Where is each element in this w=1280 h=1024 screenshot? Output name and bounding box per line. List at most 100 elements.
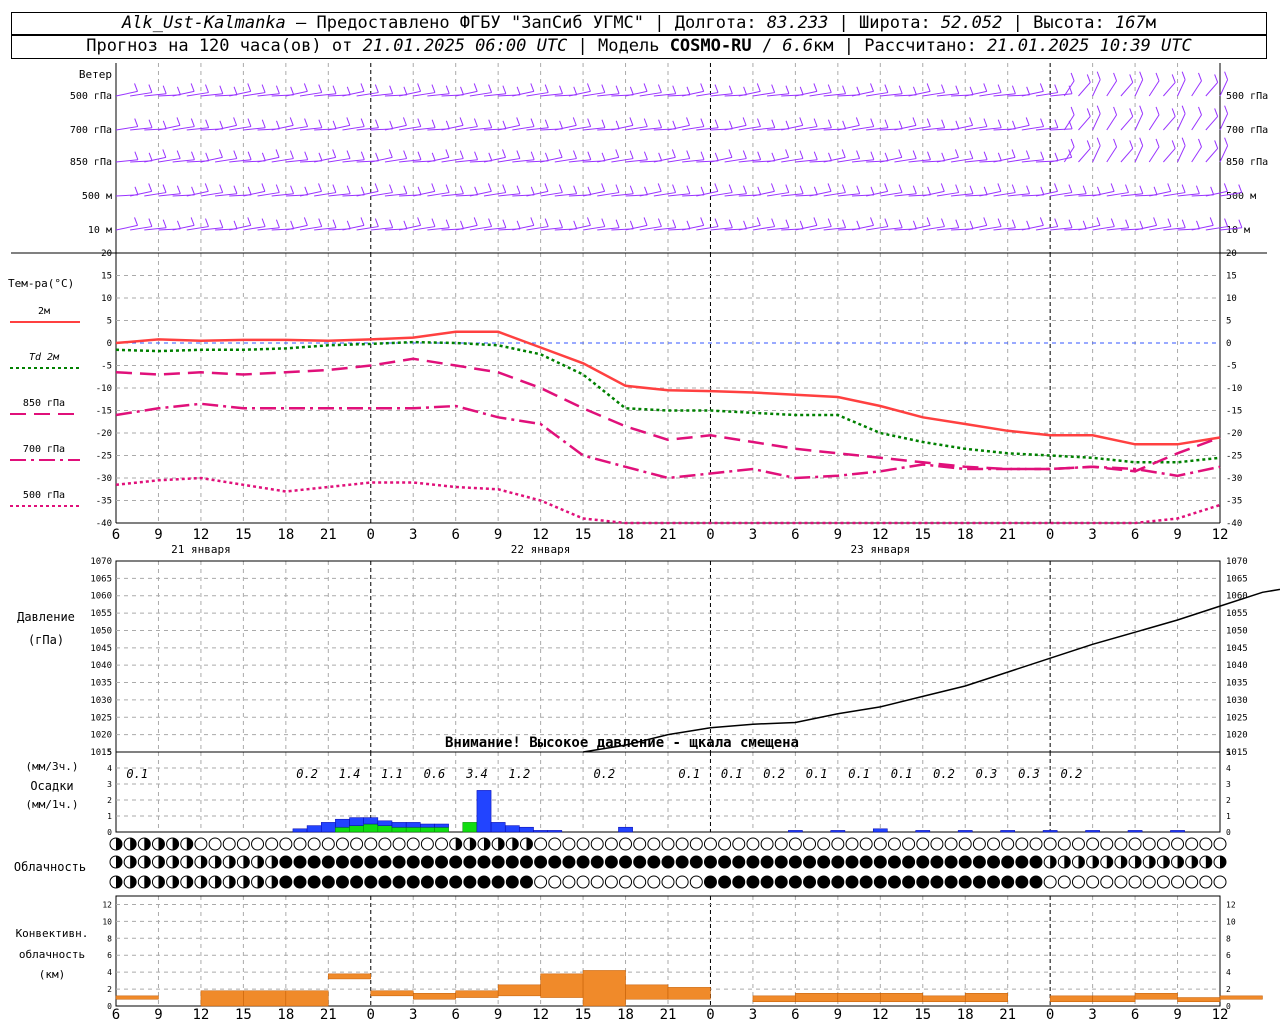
cloud-symbol (647, 837, 661, 851)
wind-barb-feather (842, 120, 847, 130)
cloud-symbol-fill (158, 876, 165, 888)
cloud-symbol (590, 875, 604, 889)
wind-barb-feather (1011, 219, 1016, 228)
cloud-symbol (689, 837, 703, 851)
cloud-symbol-fill (130, 856, 137, 868)
conv-cloud-bar (837, 993, 881, 1003)
cloud-symbol (902, 875, 916, 889)
conv-cloud-bar (285, 990, 329, 1007)
temp-tick-left: -20 (96, 429, 112, 439)
cloud-symbol (817, 855, 831, 869)
wind-barb-feather (247, 151, 252, 160)
wind-barb-feather (1198, 72, 1202, 82)
cloud-symbol (859, 855, 873, 869)
wind-barb-feather (431, 183, 436, 192)
precip-bar-rain (1085, 830, 1100, 833)
cloud-symbol (873, 855, 887, 869)
wind-barb-feather (827, 119, 832, 128)
precip-tick-left: 3 (107, 780, 112, 789)
wind-barb-feather (955, 184, 960, 193)
wind-barb-feather (671, 149, 676, 158)
wind-barb-feather (1139, 185, 1144, 194)
wind-barb-shaft (1106, 146, 1117, 163)
precip-unit-1h: (мм/1ч.) (26, 798, 79, 811)
wind-barb-feather (601, 119, 606, 128)
cloud-symbol (760, 837, 774, 851)
wind-barb-shaft (1092, 145, 1101, 163)
wind-barb-feather (544, 183, 549, 192)
temp-tick-right: 20 (1226, 249, 1237, 259)
wind-barb-feather (969, 150, 974, 159)
x-tick-label: 9 (834, 527, 842, 543)
cloud-symbol-fill (186, 876, 193, 888)
wind-barb-feather (1068, 184, 1073, 193)
wind-level-label: 500 м (82, 191, 112, 202)
wind-barb-shaft (1205, 116, 1219, 131)
x-tick-label: 21 (320, 527, 337, 543)
x-tick-label: 15 (235, 527, 252, 543)
wind-barb-feather (813, 83, 818, 92)
cloud-symbol-fill (1120, 856, 1127, 868)
wind-barb-feather (983, 186, 988, 196)
x-tick-label-bottom: 6 (451, 1007, 459, 1023)
wind-barb-feather (1054, 183, 1058, 192)
wind-barb-feather (1011, 85, 1016, 94)
precip-bar-rain (1127, 830, 1143, 833)
wind-barb-feather (955, 120, 960, 130)
cloud-symbol (335, 837, 349, 851)
cloud-symbol-fill (1135, 856, 1142, 868)
cloud-symbol (420, 855, 434, 869)
wind-barb-feather (573, 220, 578, 230)
wind-barb-feather (134, 83, 138, 92)
cloud-symbol (619, 855, 633, 869)
cloud-symbol (477, 875, 491, 889)
wind-level-label: 10 м (88, 225, 112, 236)
cloud-symbol (1029, 875, 1043, 889)
wind-barb-feather (587, 151, 592, 160)
wind-barb-feather (601, 152, 606, 162)
wind-barb-feather (587, 186, 592, 196)
wind-barb-feather (205, 218, 209, 227)
wind-barb-feather (1054, 152, 1059, 162)
wind-barb-feather (686, 86, 691, 96)
temp-tick-left: 10 (101, 294, 112, 304)
wind-barb-feather (1096, 137, 1101, 146)
wind-barb-shaft (1205, 82, 1219, 97)
wind-barb-feather (360, 151, 365, 160)
precip-tick-right: 4 (1226, 764, 1231, 773)
wind-barb-feather (714, 183, 719, 192)
cloud-symbol (1114, 875, 1128, 889)
wind-barb-feather (941, 152, 946, 162)
x-tick-label-bottom: 15 (235, 1007, 252, 1023)
cloud-symbol (760, 875, 774, 889)
wind-barb-feather (629, 150, 634, 159)
x-tick-label-bottom: 12 (872, 1007, 889, 1023)
conv-cloud-bar (200, 990, 244, 1007)
precip-bar-rain (519, 826, 534, 833)
wind-barb-feather (799, 117, 804, 126)
wind-barb-feather (402, 117, 407, 126)
wind-barb-feather (799, 185, 804, 194)
cloud-symbol-fill (1106, 856, 1113, 868)
temp-tick-left: -35 (96, 497, 112, 507)
wind-barb-feather (714, 119, 719, 128)
wind-barb-feather (289, 117, 294, 126)
wind-barb-feather (346, 150, 351, 159)
cloud-symbol (463, 875, 477, 889)
cloud-symbol (562, 855, 576, 869)
wind-barb-feather (785, 219, 790, 228)
cloud-symbol (350, 875, 364, 889)
cloud-symbol (1199, 875, 1213, 889)
cloud-symbol (689, 855, 703, 869)
wind-barb-feather (558, 184, 563, 193)
cloud-symbol (633, 837, 647, 851)
wind-barb-shaft (1134, 113, 1144, 131)
cloud-symbol (1086, 837, 1100, 851)
wind-barb-feather (629, 185, 634, 194)
cloud-symbol (746, 837, 760, 851)
cloud-symbol (548, 875, 562, 889)
wind-barb-feather (488, 218, 493, 227)
wind-barb-feather (1113, 106, 1118, 116)
wind-barb-feather (969, 220, 974, 230)
cloud-symbol-fill (215, 876, 222, 888)
